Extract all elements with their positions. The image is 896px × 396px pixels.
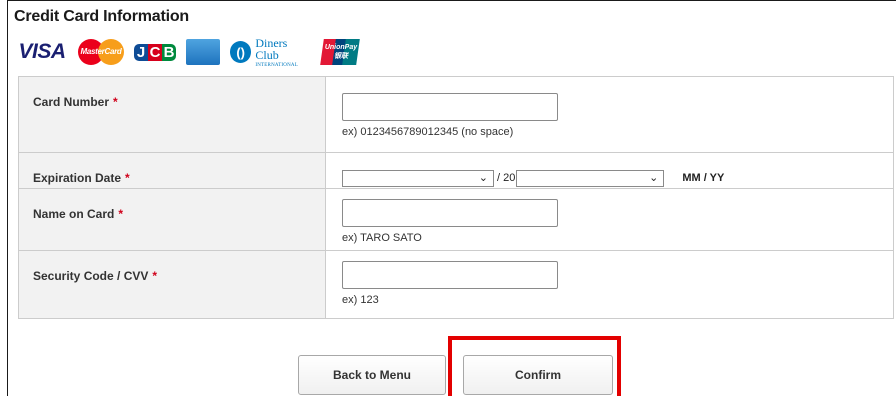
- back-to-menu-button[interactable]: Back to Menu: [298, 355, 446, 395]
- name-on-card-row: Name on Card * ex) TARO SATO: [18, 188, 894, 251]
- expiration-separator: / 20: [497, 172, 516, 184]
- section-title: Credit Card Information: [14, 8, 189, 25]
- required-asterisk: *: [152, 269, 158, 283]
- credit-card-form: Card Number * ex) 0123456789012345 (no sp…: [18, 76, 894, 319]
- chevron-down-icon: ⌄: [478, 171, 488, 184]
- required-asterisk: *: [113, 95, 118, 109]
- unionpay-logo: UnionPay 银联: [320, 39, 360, 65]
- card-number-label: Card Number: [33, 95, 110, 109]
- expiration-date-field-cell: ⌄ / 20 ⌄ MM / YY: [325, 152, 894, 189]
- card-number-field-cell: ex) 0123456789012345 (no space): [325, 76, 894, 153]
- security-code-label-cell: Security Code / CVV *: [18, 250, 326, 319]
- expiration-date-row: Expiration Date * ⌄ / 20 ⌄ MM / YY: [18, 152, 894, 189]
- name-on-card-label: Name on Card: [33, 207, 115, 221]
- name-on-card-input[interactable]: [342, 199, 558, 227]
- expiration-format-hint: MM / YY: [682, 172, 725, 184]
- card-number-input[interactable]: [342, 93, 558, 121]
- diners-club-logo: () Diners Club INTERNATIONAL: [230, 37, 312, 68]
- jcb-logo: JCB: [134, 39, 176, 65]
- required-asterisk: *: [125, 171, 130, 185]
- name-on-card-label-cell: Name on Card *: [18, 188, 326, 251]
- mastercard-logo: MasterCard: [78, 39, 124, 65]
- expiration-date-label: Expiration Date: [33, 171, 122, 185]
- chevron-down-icon: ⌄: [649, 171, 659, 184]
- card-brand-logos: VISA MasterCard JCB () Diners Club INTER…: [16, 37, 370, 68]
- security-code-label: Security Code / CVV: [33, 269, 149, 283]
- name-on-card-field-cell: ex) TARO SATO: [325, 188, 894, 251]
- card-number-label-cell: Card Number *: [18, 76, 326, 153]
- security-code-input[interactable]: [342, 261, 558, 289]
- american-express-logo: [186, 39, 220, 65]
- security-code-hint: ex) 123: [342, 294, 379, 306]
- security-code-field-cell: ex) 123: [325, 250, 894, 319]
- confirm-highlight-box: [448, 336, 621, 396]
- required-asterisk: *: [118, 207, 124, 221]
- visa-logo: VISA: [18, 40, 66, 63]
- card-number-row: Card Number * ex) 0123456789012345 (no sp…: [18, 76, 894, 153]
- card-number-hint: ex) 0123456789012345 (no space): [342, 126, 514, 138]
- expiration-date-label-cell: Expiration Date *: [18, 152, 326, 189]
- security-code-row: Security Code / CVV * ex) 123: [18, 250, 894, 319]
- name-on-card-hint: ex) TARO SATO: [342, 232, 422, 244]
- expiration-month-select[interactable]: ⌄: [342, 169, 494, 187]
- expiration-year-select[interactable]: ⌄: [516, 169, 665, 187]
